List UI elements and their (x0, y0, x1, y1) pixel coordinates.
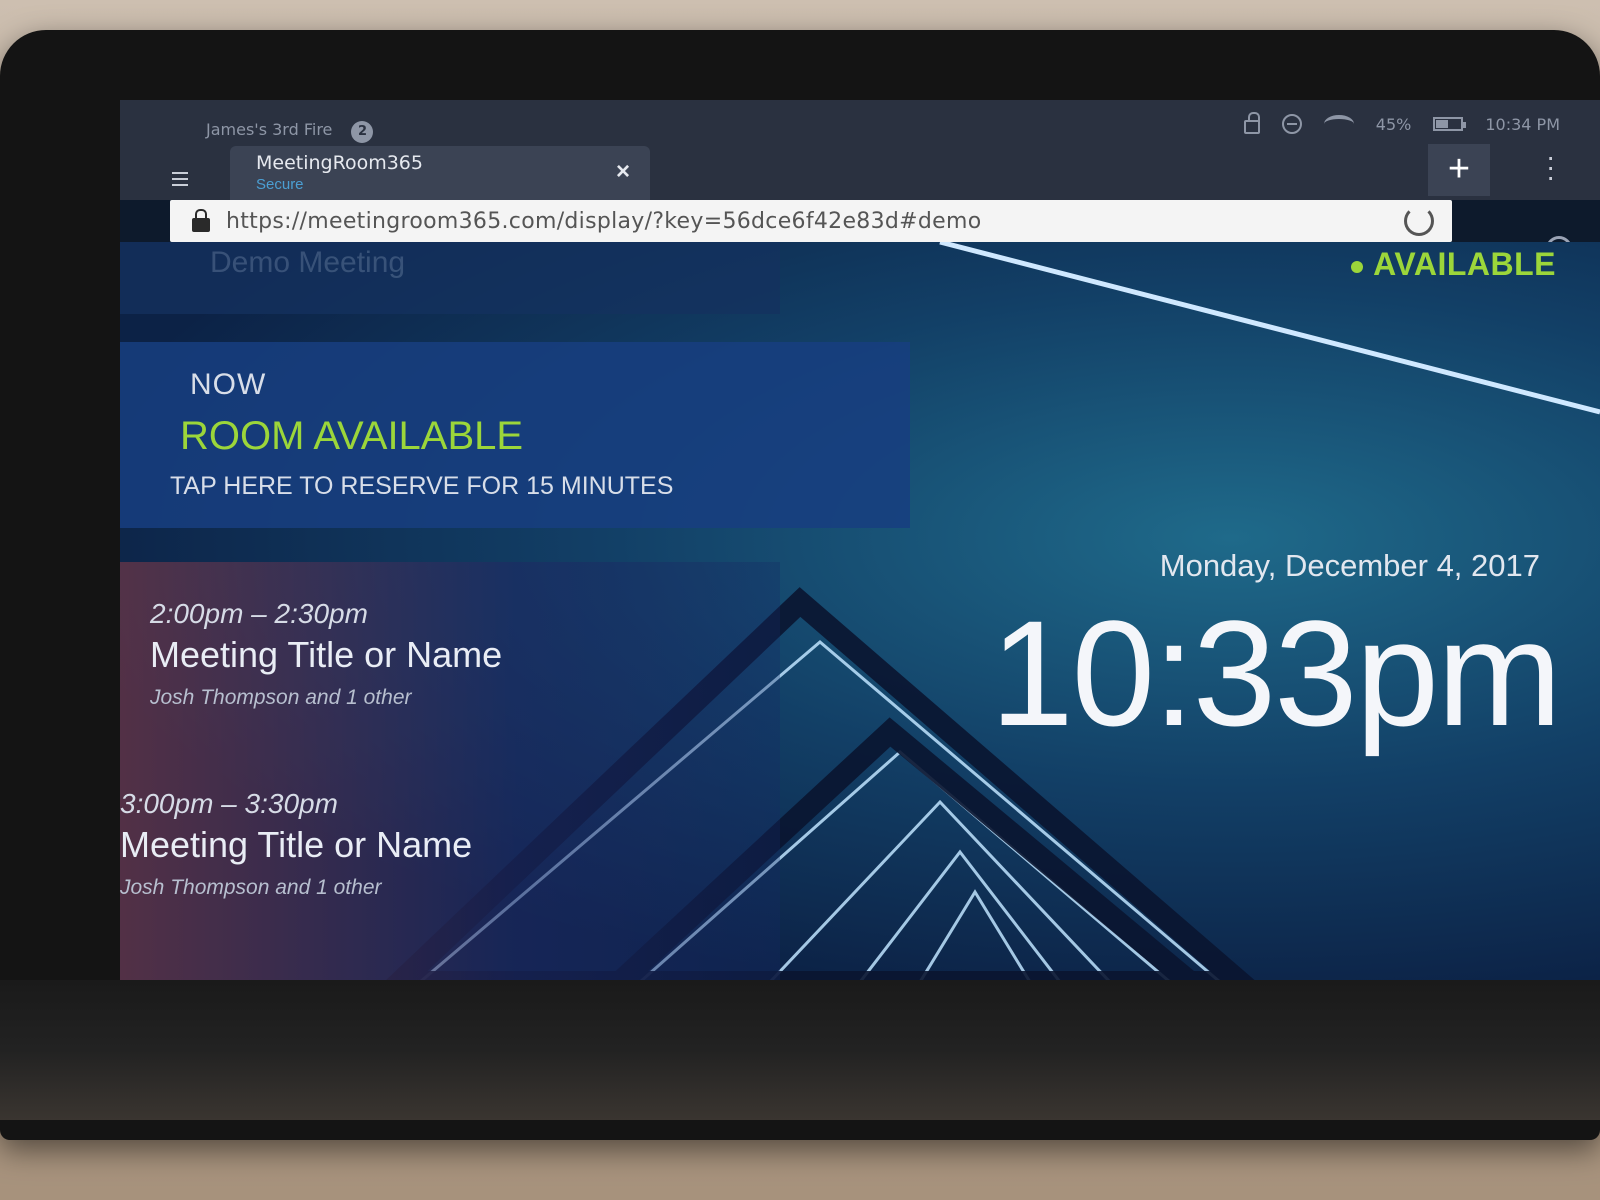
tab-meetingroom365[interactable]: MeetingRoom365 Secure × (230, 146, 650, 200)
availability-status: AVAILABLE (1373, 246, 1556, 282)
address-bar[interactable]: https://meetingroom365.com/display/?key=… (170, 200, 1452, 242)
profile-name: James's 3rd Fire (206, 120, 333, 139)
meeting-title: Meeting Title or Name (150, 634, 503, 675)
tab-security-label: Secure (256, 176, 304, 193)
profile-indicator[interactable]: James's 3rd Fire 2 (206, 120, 374, 143)
room-name: Demo Meeting (210, 246, 406, 279)
status-icons: 45% 10:34 PM (1243, 112, 1560, 134)
meeting-time: 2:00pm – 2:30pm (150, 598, 368, 629)
status-dot-icon (1351, 260, 1364, 273)
hamburger-menu-icon[interactable] (172, 172, 188, 190)
new-tab-button[interactable]: + (1428, 144, 1490, 196)
now-status: ROOM AVAILABLE (180, 414, 524, 458)
tablet-screen: James's 3rd Fire 2 45% 10:34 PM MeetingR… (120, 100, 1600, 980)
room-display-page: Demo Meeting AVAILABLE NOW ROOM AVAILABL… (120, 242, 1600, 980)
meeting-item[interactable]: 2:00pm – 2:30pm Meeting Title or Name Jo… (150, 598, 502, 710)
room-name-bar: Demo Meeting (120, 242, 780, 314)
meeting-title: Meeting Title or Name (120, 824, 473, 865)
battery-icon (1433, 117, 1467, 131)
url-text[interactable]: https://meetingroom365.com/display/?key=… (226, 209, 1404, 234)
status-bar: James's 3rd Fire 2 45% 10:34 PM (120, 100, 1600, 144)
overflow-menu-icon[interactable]: · · · (1546, 143, 1556, 191)
current-date: Monday, December 4, 2017 (1159, 548, 1540, 583)
tab-title: MeetingRoom365 (256, 152, 423, 174)
lock-icon (1243, 112, 1260, 134)
meeting-attendees: Josh Thompson and 1 other (150, 686, 412, 709)
status-time: 10:34 PM (1485, 114, 1560, 134)
reserve-now-panel[interactable]: NOW ROOM AVAILABLE TAP HERE TO RESERVE F… (120, 342, 910, 528)
upcoming-meetings: 2:00pm – 2:30pm Meeting Title or Name Jo… (120, 562, 780, 980)
reload-icon[interactable] (1404, 206, 1434, 236)
secure-lock-icon[interactable] (192, 209, 210, 232)
meeting-item[interactable]: 3:00pm – 3:30pm Meeting Title or Name Jo… (120, 788, 472, 900)
close-tab-icon[interactable]: × (616, 158, 630, 186)
now-label: NOW (190, 368, 267, 401)
tab-bar: MeetingRoom365 Secure × + · · · (120, 143, 1600, 200)
profile-count-badge: 2 (351, 121, 374, 143)
availability-badge: AVAILABLE (1351, 246, 1556, 283)
current-time: 10:33pm (990, 589, 1562, 757)
meeting-attendees: Josh Thompson and 1 other (120, 876, 382, 899)
battery-percent: 45% (1375, 114, 1412, 134)
meeting-time: 3:00pm – 3:30pm (120, 788, 338, 819)
wifi-icon (1323, 115, 1354, 133)
reserve-action[interactable]: TAP HERE TO RESERVE FOR 15 MINUTES (170, 472, 673, 501)
tablet-bezel-bottom (0, 980, 1600, 1120)
do-not-disturb-icon (1281, 114, 1302, 134)
